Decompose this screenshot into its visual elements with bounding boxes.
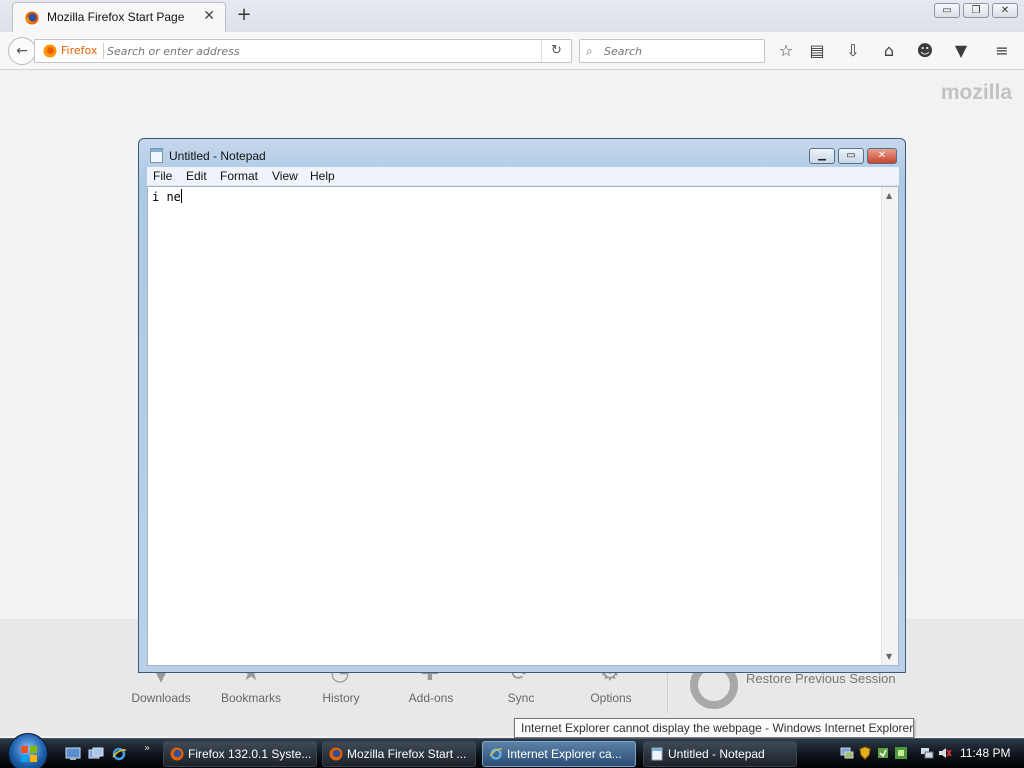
vertical-scrollbar[interactable]: ▲ ▼ (881, 187, 898, 665)
internet-explorer-icon[interactable] (111, 747, 127, 761)
quick-launch-more[interactable]: » (144, 743, 150, 754)
system-tray: 11:48 PM (836, 741, 1024, 767)
notepad-content[interactable]: i ne (152, 189, 182, 204)
launcher-sync[interactable]: Sync (476, 691, 566, 705)
launcher-divider (667, 669, 668, 713)
volume-muted-icon[interactable] (938, 746, 952, 760)
launcher-downloads[interactable]: Downloads (116, 691, 206, 705)
windows-update-icon[interactable] (894, 746, 908, 760)
show-desktop-icon[interactable] (65, 747, 81, 761)
menu-help[interactable]: Help (310, 169, 335, 183)
window-close-button[interactable]: ✕ (992, 3, 1018, 18)
firefox-icon (329, 747, 343, 761)
new-tab-button[interactable]: + (234, 4, 254, 26)
start-button[interactable] (8, 733, 48, 768)
tab-title: Mozilla Firefox Start Page (47, 10, 185, 24)
task-label: Internet Explorer ca... (507, 747, 622, 761)
notepad-close-button[interactable]: ✕ (867, 148, 897, 164)
task-label: Untitled - Notepad (668, 747, 765, 761)
search-icon: ⌕ (586, 44, 593, 58)
notepad-text-area[interactable]: i ne ▲ ▼ (147, 186, 899, 666)
scroll-down-icon[interactable]: ▼ (886, 652, 892, 661)
identity-label: Firefox (61, 44, 98, 57)
taskbar-clock[interactable]: 11:48 PM (960, 746, 1010, 760)
firefox-icon (170, 747, 184, 761)
task-firefox-system[interactable]: Firefox 132.0.1 Syste... (163, 741, 317, 767)
reading-list-icon[interactable]: ▤ (806, 40, 828, 62)
update-tray-icon[interactable] (876, 746, 890, 760)
notepad-maximize-button[interactable]: ▭ (838, 148, 864, 164)
launcher-bookmarks[interactable]: Bookmarks (206, 691, 296, 705)
search-input[interactable] (604, 42, 754, 60)
notepad-icon (150, 148, 163, 163)
network-status-icon[interactable] (920, 746, 934, 760)
scroll-up-icon[interactable]: ▲ (886, 191, 892, 200)
launcher-addons[interactable]: Add-ons (386, 691, 476, 705)
navigation-toolbar: ← Firefox ↻ ⌕ ☆ ▤ ⇩ ⌂ ☻ ▼ ≡ (0, 32, 1024, 70)
task-internet-explorer[interactable]: Internet Explorer ca... (482, 741, 636, 767)
task-label: Mozilla Firefox Start ... (347, 747, 467, 761)
search-bar[interactable]: ⌕ (579, 39, 765, 63)
task-firefox-start-page[interactable]: Mozilla Firefox Start ... (322, 741, 476, 767)
network-tray-icon[interactable] (840, 746, 854, 760)
menu-edit[interactable]: Edit (186, 169, 207, 183)
notepad-text: i ne (152, 190, 181, 204)
window-minimize-button[interactable]: ▭ (934, 3, 960, 18)
address-input[interactable] (107, 42, 527, 60)
task-notepad[interactable]: Untitled - Notepad (643, 741, 797, 767)
star-icon[interactable]: ☆ (775, 40, 797, 62)
windows-logo-icon (21, 746, 37, 762)
firefox-icon (25, 11, 39, 25)
reload-icon[interactable]: ↻ (541, 40, 571, 62)
notepad-menubar: File Edit Format View Help (147, 167, 899, 186)
switch-windows-icon[interactable] (88, 747, 104, 761)
launcher-options[interactable]: Options (566, 691, 656, 705)
taskbar: » Firefox 132.0.1 Syste... Mozilla Firef… (0, 733, 1024, 768)
launcher-history[interactable]: History (296, 691, 386, 705)
menu-format[interactable]: Format (220, 169, 258, 183)
ie-icon (489, 748, 503, 760)
window-maximize-button[interactable]: ❐ (963, 3, 989, 18)
url-separator (103, 43, 104, 59)
pocket-icon[interactable]: ▼ (950, 40, 972, 62)
menu-icon[interactable]: ≡ (991, 40, 1013, 62)
hello-icon[interactable]: ☻ (914, 40, 936, 62)
menu-view[interactable]: View (272, 169, 298, 183)
notepad-minimize-button[interactable]: ▁ (809, 148, 835, 164)
downloads-icon[interactable]: ⇩ (842, 40, 864, 62)
taskbar-tooltip: Internet Explorer cannot display the web… (514, 718, 914, 738)
tab-mozilla-firefox-start-page[interactable]: Mozilla Firefox Start Page ✕ (12, 2, 226, 32)
url-bar[interactable]: Firefox ↻ (34, 39, 572, 63)
task-label: Firefox 132.0.1 Syste... (188, 747, 312, 761)
tab-close-icon[interactable]: ✕ (203, 8, 215, 24)
notepad-icon (651, 747, 663, 761)
firefox-titlebar: Mozilla Firefox Start Page ✕ + ▭ ❐ ✕ (0, 0, 1024, 32)
home-icon[interactable]: ⌂ (878, 40, 900, 62)
restore-session-button[interactable]: Restore Previous Session (746, 671, 896, 686)
notepad-title: Untitled - Notepad (169, 149, 266, 163)
notepad-window: Untitled - Notepad ▁ ▭ ✕ File Edit Forma… (138, 138, 906, 673)
menu-file[interactable]: File (153, 169, 172, 183)
back-button[interactable]: ← (8, 37, 36, 65)
text-caret (180, 189, 182, 203)
mozilla-logo: mozilla (940, 81, 1012, 104)
firefox-identity-icon (43, 44, 57, 58)
security-shield-icon[interactable] (858, 746, 872, 760)
